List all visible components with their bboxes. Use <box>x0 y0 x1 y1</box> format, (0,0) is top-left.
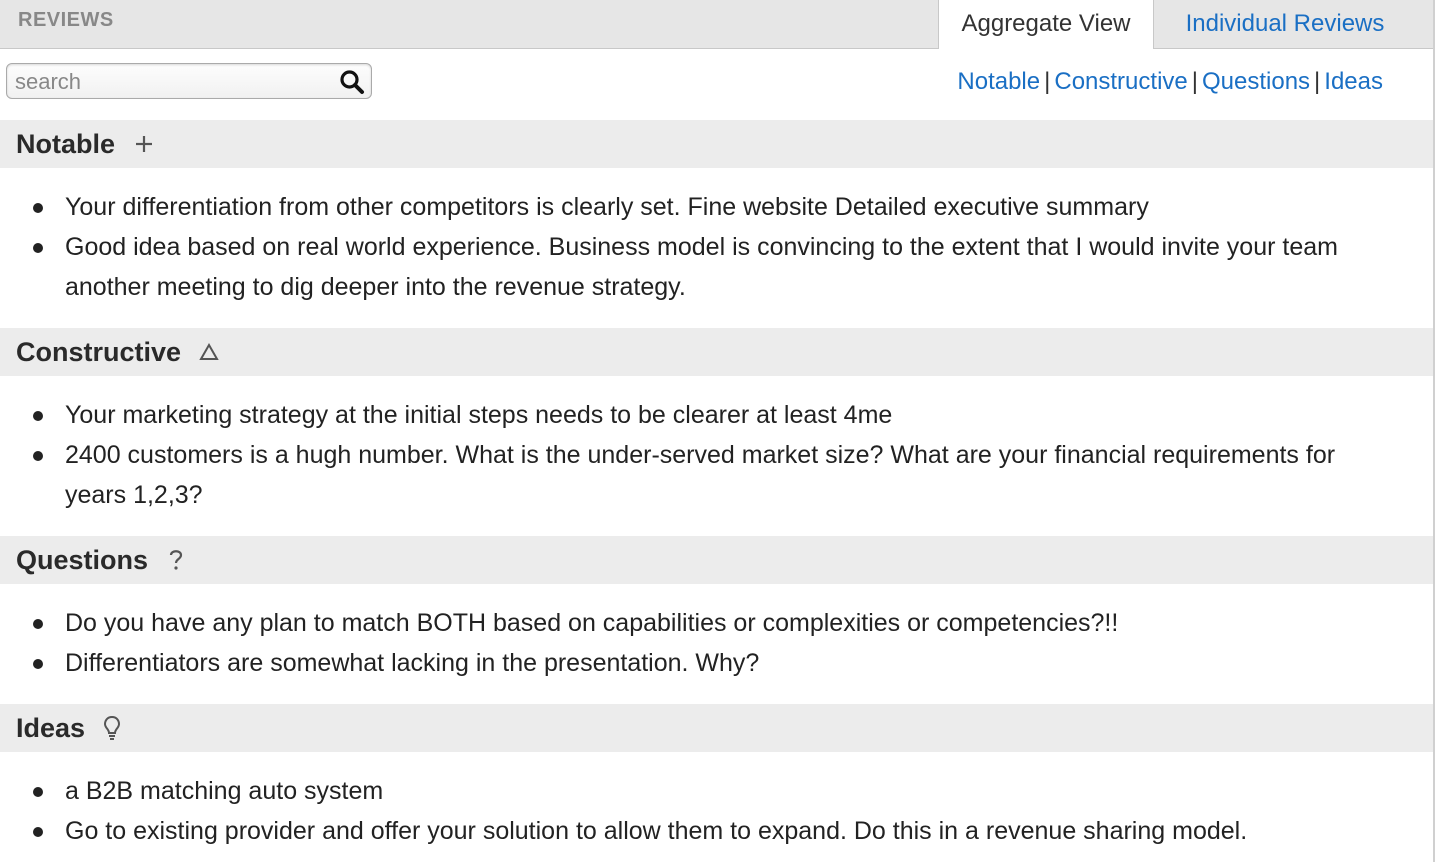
list-item: Do you have any plan to match BOTH based… <box>33 603 1395 643</box>
delta-icon <box>199 328 219 376</box>
section-header-notable: Notable <box>0 120 1435 168</box>
list-item: Go to existing provider and offer your s… <box>33 811 1395 851</box>
section-title-questions: Questions <box>16 545 149 575</box>
section-filter-links: Notable | Constructive | Questions | Ideas <box>957 68 1383 96</box>
list-item: Differentiators are somewhat lacking in … <box>33 643 1395 683</box>
section-title-ideas: Ideas <box>16 713 86 743</box>
section-header-ideas: Ideas <box>0 704 1435 752</box>
plus-icon <box>134 120 154 168</box>
section-header-constructive: Constructive <box>0 328 1435 376</box>
section-title-notable: Notable <box>16 129 116 159</box>
section-title-constructive: Constructive <box>16 337 182 367</box>
list-item: 2400 customers is a hugh number. What is… <box>33 435 1395 515</box>
list-item: Your marketing strategy at the initial s… <box>33 395 1395 435</box>
reviews-header-bar: REVIEWS Aggregate View Individual Review… <box>0 0 1435 49</box>
separator: | <box>1191 68 1198 95</box>
reviews-title: REVIEWS <box>18 9 114 31</box>
filter-link-questions[interactable]: Questions <box>1202 68 1310 95</box>
lightbulb-icon <box>103 704 121 752</box>
tab-aggregate-view[interactable]: Aggregate View <box>938 0 1154 49</box>
ideas-list: a B2B matching auto system Go to existin… <box>0 771 1395 851</box>
list-item: a B2B matching auto system <box>33 771 1395 811</box>
separator: | <box>1044 68 1051 95</box>
search-icon[interactable] <box>339 69 365 95</box>
filter-link-ideas[interactable]: Ideas <box>1324 68 1383 95</box>
question-icon <box>168 536 184 584</box>
list-item: Your differentiation from other competit… <box>33 187 1395 227</box>
search-input[interactable] <box>13 67 337 97</box>
search-box <box>6 63 372 99</box>
separator: | <box>1314 68 1321 95</box>
tab-individual-reviews[interactable]: Individual Reviews <box>1160 0 1410 48</box>
filter-link-constructive[interactable]: Constructive <box>1054 68 1187 95</box>
notable-list: Your differentiation from other competit… <box>0 187 1395 307</box>
filter-link-notable[interactable]: Notable <box>957 68 1040 95</box>
questions-list: Do you have any plan to match BOTH based… <box>0 603 1395 683</box>
section-header-questions: Questions <box>0 536 1435 584</box>
constructive-list: Your marketing strategy at the initial s… <box>0 395 1395 515</box>
list-item: Good idea based on real world experience… <box>33 227 1395 307</box>
